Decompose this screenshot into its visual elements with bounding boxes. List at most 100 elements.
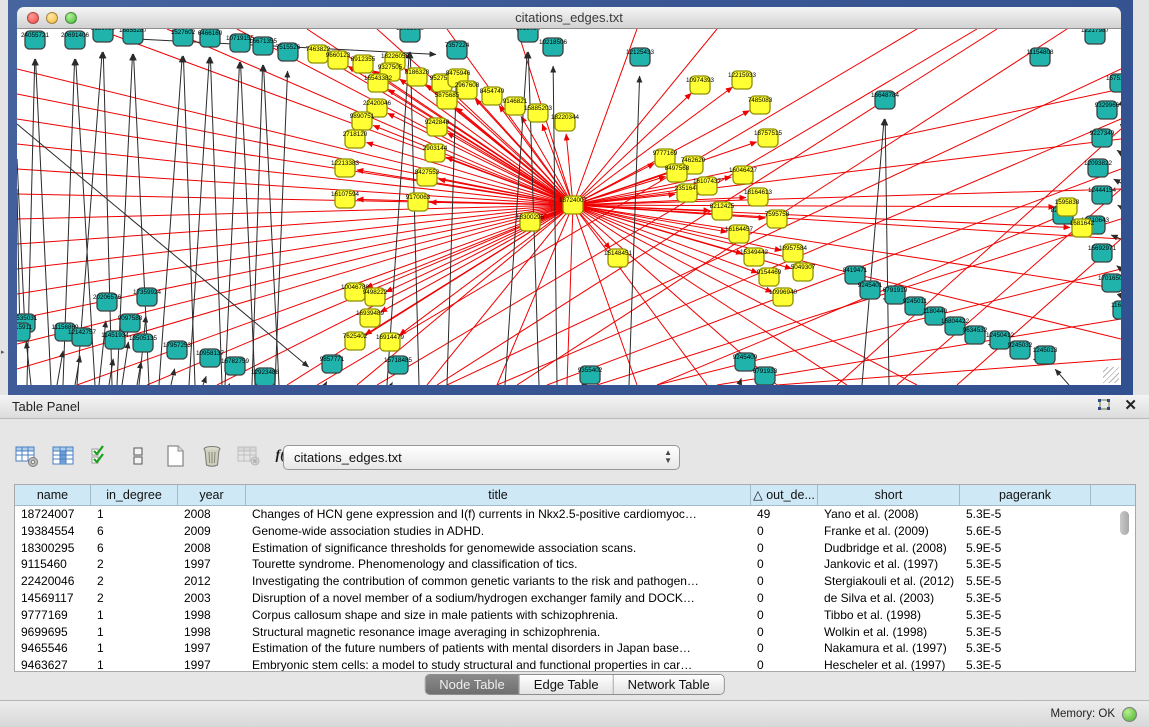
graph-node-label: 6791919 [883, 287, 908, 294]
table-row[interactable]: 2242004622012Investigating the contribut… [15, 573, 1135, 590]
table-cell: Estimation of the future numbers of pati… [246, 640, 751, 657]
column-header-in_degree[interactable]: in_degree [91, 485, 178, 505]
graph-node-label: 5875685 [435, 92, 460, 99]
network-window-titlebar[interactable]: citations_edges.txt [17, 7, 1121, 29]
window-resize-grip[interactable] [1103, 367, 1119, 383]
column-header-title[interactable]: title [246, 485, 751, 505]
table-settings-icon[interactable] [14, 443, 40, 469]
graph-node-label: 6791933 [753, 368, 778, 375]
table-cell: 0 [751, 640, 818, 657]
network-canvas[interactable]: 2405572120691406913605916855287152760264… [17, 29, 1121, 385]
graph-node-label: 18724007 [559, 197, 588, 204]
graph-node-label: 2967608 [455, 82, 480, 89]
table-header-row: namein_degreeyeartitle△ out_de...shortpa… [15, 485, 1135, 506]
tab-network-table[interactable]: Network Table [614, 675, 724, 694]
status-bar: Memory: OK [0, 700, 1149, 727]
network-graph[interactable]: 2405572120691406913605916855287152760264… [17, 29, 1121, 385]
left-edge-strip: ▸ [0, 0, 8, 395]
graph-node-label: 18164613 [744, 189, 773, 196]
table-cell: 5.5E-5 [960, 573, 1091, 590]
table-cell: 2 [91, 573, 178, 590]
table-cell: 5.3E-5 [960, 657, 1091, 672]
table-cell: 2008 [178, 506, 246, 523]
table-cell: 19384554 [15, 523, 91, 540]
table-row[interactable]: 1938455462009Genome-wide association stu… [15, 523, 1135, 540]
table-row[interactable]: 969969511998Structural magnetic resonanc… [15, 624, 1135, 641]
graph-node-label: 1527602 [171, 29, 196, 36]
graph-node-label: 12213383 [331, 160, 360, 167]
graph-node-label: 9170063 [406, 194, 431, 201]
table-cell: 9465546 [15, 640, 91, 657]
graph-node-label: 16914479 [376, 334, 405, 341]
graph-node-label: 7462620 [681, 157, 706, 164]
graph-node-label: 9890751 [350, 113, 375, 120]
graph-node-label: 16648784 [871, 92, 900, 99]
graph-node-label: 10996940 [769, 289, 798, 296]
column-select-icon[interactable] [51, 443, 77, 469]
column-header-short[interactable]: short [818, 485, 960, 505]
graph-node-label: 9634532 [963, 327, 988, 334]
table-row[interactable]: 1830029562008Estimation of significance … [15, 540, 1135, 557]
table-selector-dropdown[interactable]: citations_edges.txt ▲▼ [283, 445, 680, 470]
right-edge-strip [1133, 0, 1149, 395]
table-row[interactable]: 977716911998Corpus callosum shape and si… [15, 607, 1135, 624]
table-cell: Genome-wide association studies in ADHD. [246, 523, 751, 540]
network-desktop: citations_edges.txt 24055721206914069136… [8, 0, 1133, 395]
table-row[interactable]: 946554611997Estimation of the future num… [15, 640, 1135, 657]
table-cell: 49 [751, 506, 818, 523]
scrollbar-thumb[interactable] [1120, 511, 1129, 535]
table-panel-header: Table Panel ✕ [0, 395, 1149, 419]
rows-icon[interactable] [125, 443, 151, 469]
graph-node-label: 15148451 [604, 250, 633, 257]
graph-node-label: 20206576 [93, 294, 122, 301]
table-cell: Franke et al. (2009) [818, 523, 960, 540]
table-panel-title: Table Panel [12, 399, 80, 414]
table-cell: Estimation of significance thresholds fo… [246, 540, 751, 557]
table-cell: 2009 [178, 523, 246, 540]
import-table-icon [236, 443, 262, 469]
table-cell: 1 [91, 506, 178, 523]
delete-icon[interactable] [199, 443, 225, 469]
new-file-icon[interactable] [162, 443, 188, 469]
table-row[interactable]: 911546021997Tourette syndrome. Phenomeno… [15, 556, 1135, 573]
table-row[interactable]: 1872400712008Changes of HCN gene express… [15, 506, 1135, 523]
tab-edge-table[interactable]: Edge Table [520, 675, 614, 694]
table-cell: 9699695 [15, 624, 91, 641]
table-row[interactable]: 946362711997Embryonic stem cells: a mode… [15, 657, 1135, 672]
graph-node-label: 16046427 [729, 167, 758, 174]
table-row[interactable]: 1456911722003Disruption of a novel membe… [15, 590, 1135, 607]
graph-node-label: 18220344 [551, 114, 580, 121]
column-header-name[interactable]: name [15, 485, 91, 505]
column-header-pagerank[interactable]: pagerank [960, 485, 1091, 505]
combo-stepper-icon: ▲▼ [664, 449, 672, 465]
table-toolbar: f(x) [14, 441, 299, 471]
graph-node-label: 16939489 [356, 310, 385, 317]
graph-node-label: 16782759 [221, 358, 250, 365]
graph-node-label: 1167533 [1111, 302, 1121, 309]
table-scrollbar[interactable] [1119, 509, 1131, 667]
float-panel-icon[interactable] [1096, 398, 1112, 414]
table-cell: 1997 [178, 657, 246, 672]
graph-node-label: 6466160 [198, 30, 223, 37]
graph-node-label: 5049307 [791, 264, 816, 271]
tab-node-table[interactable]: Node Table [425, 675, 520, 694]
graph-node-label: 9777169 [653, 150, 678, 157]
table-cell: Disruption of a novel member of a sodium… [246, 590, 751, 607]
table-cell: 0 [751, 573, 818, 590]
table-cell: Wolkin et al. (1998) [818, 624, 960, 641]
column-header-year[interactable]: year [178, 485, 246, 505]
close-panel-icon[interactable]: ✕ [1124, 398, 1137, 414]
graph-node-label: 15718485 [384, 357, 413, 364]
table-cell: 1997 [178, 640, 246, 657]
table-cell: Tibbo et al. (1998) [818, 607, 960, 624]
table-cell: 2 [91, 590, 178, 607]
graph-node-label: 12215933 [728, 72, 757, 79]
table-cell: 5.3E-5 [960, 640, 1091, 657]
memory-status-icon[interactable] [1122, 707, 1137, 722]
column-header-out_de[interactable]: △ out_de... [751, 485, 818, 505]
table-cell: 0 [751, 523, 818, 540]
graph-node-label: 15751074 [1106, 75, 1121, 82]
cytoscape-app: ▸ citations_edges.txt 240557212069140691… [0, 0, 1149, 727]
table-cell: 1 [91, 624, 178, 641]
checklist-icon[interactable] [88, 443, 114, 469]
